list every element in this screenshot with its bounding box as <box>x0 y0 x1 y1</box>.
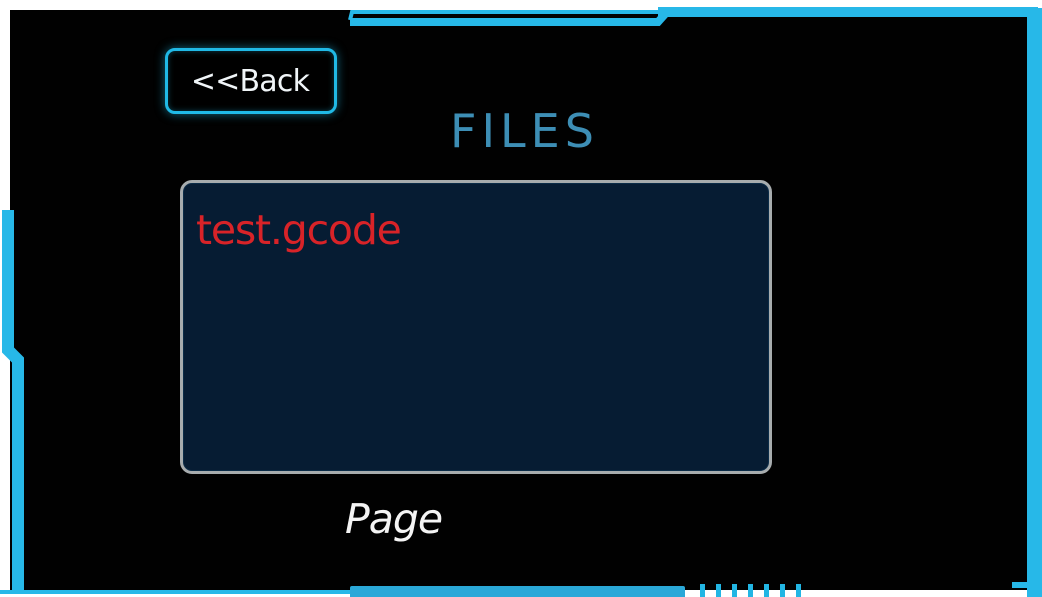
tick-mark <box>700 584 705 597</box>
back-button[interactable]: <<Back <box>165 48 337 114</box>
tick-mark <box>764 584 769 597</box>
printer-screen: <<Back FILES test.gcode Page <box>0 0 1042 597</box>
page-label: Page <box>345 495 443 543</box>
tick-mark <box>748 584 753 597</box>
bottom-tick-marks <box>700 584 820 597</box>
tick-mark <box>732 584 737 597</box>
tick-mark <box>796 584 801 597</box>
file-list[interactable]: test.gcode <box>180 180 772 474</box>
bottom-notch-decoration <box>350 586 685 597</box>
tick-mark <box>780 584 785 597</box>
file-list-item[interactable]: test.gcode <box>196 203 402 257</box>
tick-mark <box>716 584 721 597</box>
page-title: FILES <box>450 104 599 158</box>
